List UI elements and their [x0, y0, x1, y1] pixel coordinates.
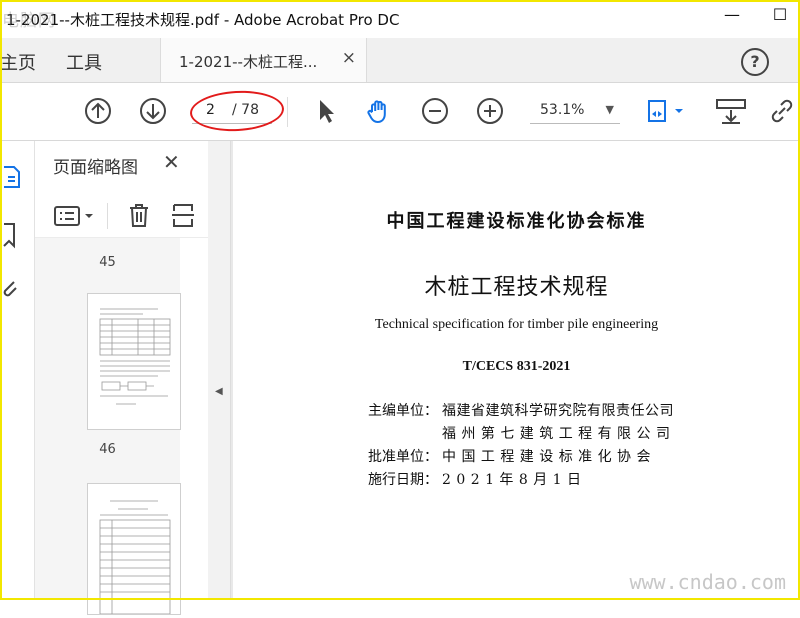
thumbnail-page-number: 46 [99, 442, 116, 457]
info-row: 主编单位： 福建省建筑科学研究院有限责任公司 [368, 400, 690, 420]
page-thumbnail[interactable] [87, 293, 181, 430]
toolbar: 2 / 78 53.1% ▼ [0, 83, 800, 141]
watermark-url: www.cndao.com [629, 570, 786, 594]
info-value: 中 国 工 程 建 设 标 准 化 协 会 [442, 449, 652, 465]
next-page-icon[interactable] [139, 97, 167, 125]
panel-collapse-strip[interactable]: ◀ [208, 141, 231, 600]
options-menu-icon[interactable] [53, 205, 97, 227]
zoom-select[interactable]: 53.1% ▼ [530, 101, 620, 124]
hand-tool-icon[interactable] [365, 97, 393, 125]
standard-code: T/CECS 831-2021 [462, 359, 571, 374]
navigation-rail [0, 141, 35, 600]
panel-toolbar [35, 193, 208, 238]
page-thumbnails-icon[interactable] [2, 163, 22, 191]
tab-bar: 主页 工具 1-2021--木桩工程... × [0, 38, 800, 83]
watermark-logo: 电脑网 [2, 11, 56, 31]
thumbnail-content [99, 500, 171, 615]
document-tab-label: 1-2021--木桩工程... [179, 53, 318, 71]
info-value: 福建省建筑科学研究院有限责任公司 [442, 403, 674, 419]
window-title: 1-2021--木桩工程技术规程.pdf - Adobe Acrobat Pro… [6, 11, 400, 29]
info-value: 福 州 第 七 建 筑 工 程 有 限 公 司 [442, 426, 671, 442]
link-icon[interactable] [768, 97, 796, 125]
maximize-button[interactable]: ☐ [766, 5, 794, 31]
english-title: Technical specification for timber pile … [374, 317, 659, 332]
info-row: 施行日期： 2 0 2 1 年 8 月 1 日 [368, 469, 690, 489]
tab-document[interactable]: 1-2021--木桩工程... × [160, 38, 367, 82]
document-canvas: 中国工程建设标准化协会标准 木桩工程技术规程 Technical specifi… [231, 141, 800, 600]
thumbnail-list: 45 46 [35, 238, 181, 615]
document-page: 中国工程建设标准化协会标准 木桩工程技术规程 Technical specifi… [233, 141, 800, 600]
page-thumbnail[interactable] [87, 483, 181, 615]
info-row: 批准单位：中 国 工 程 建 设 标 准 化 协 会 [368, 446, 690, 466]
thumbnail-content [99, 308, 171, 405]
fit-page-icon[interactable] [645, 97, 689, 125]
help-button[interactable]: ? [741, 48, 769, 76]
organization-title: 中国工程建设标准化协会标准 [386, 211, 647, 232]
close-tab-button[interactable]: × [342, 48, 356, 68]
previous-page-icon[interactable] [84, 97, 112, 125]
info-row: 福 州 第 七 建 筑 工 程 有 限 公 司 [368, 423, 690, 443]
info-value: 2 0 2 1 年 8 月 1 日 [442, 472, 582, 488]
zoom-value: 53.1% [540, 102, 585, 118]
panel-toolbar-divider [107, 203, 108, 229]
attachment-icon[interactable] [0, 276, 20, 304]
thumbnails-panel: 页面缩略图 ✕ 45 46 [35, 141, 236, 615]
info-label: 批准单位： [368, 449, 438, 465]
extract-pages-icon[interactable] [171, 202, 195, 228]
close-panel-button[interactable]: ✕ [163, 150, 180, 174]
zoom-out-icon[interactable] [421, 97, 449, 125]
document-title: 木桩工程技术规程 [424, 275, 609, 300]
panel-title: 页面缩略图 [53, 158, 138, 178]
title-bar: 1-2021--木桩工程技术规程.pdf - Adobe Acrobat Pro… [0, 0, 800, 38]
zoom-in-icon[interactable] [476, 97, 504, 125]
delete-icon[interactable] [127, 202, 151, 228]
select-arrow-icon[interactable] [312, 97, 340, 125]
toolbar-divider [287, 97, 288, 127]
red-annotation-oval [189, 88, 285, 134]
tab-tools[interactable]: 工具 [66, 49, 102, 75]
chevron-down-icon: ▼ [605, 103, 614, 116]
info-label: 施行日期： [368, 472, 438, 488]
bookmark-icon[interactable] [2, 221, 18, 249]
collapse-arrow-icon[interactable]: ◀ [215, 386, 223, 397]
thumbnail-page-number: 45 [99, 255, 116, 270]
tab-home[interactable]: 主页 [0, 49, 36, 75]
read-mode-icon[interactable] [714, 97, 748, 125]
info-label: 主编单位： [368, 403, 438, 419]
minimize-button[interactable]: — [718, 5, 746, 31]
